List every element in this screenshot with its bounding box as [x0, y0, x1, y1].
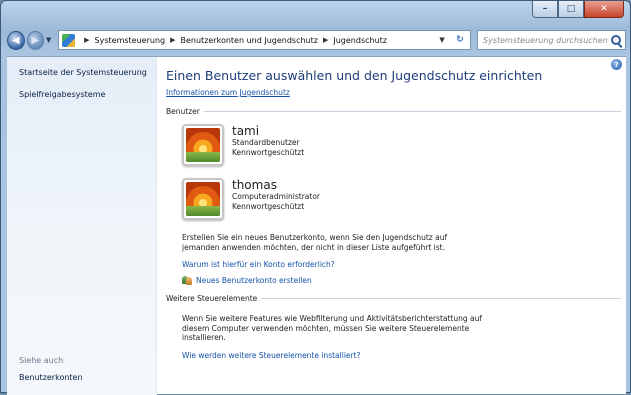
new-account-label[interactable]: Neues Benutzerkonto erstellen — [196, 276, 312, 285]
users-heading-label: Benutzer — [166, 107, 200, 116]
user-details: thomas Computeradministrator Kennwortges… — [232, 179, 320, 212]
install-controls-link[interactable]: Wie werden weitere Steuerelemente instal… — [182, 351, 361, 360]
recent-pages-dropdown[interactable]: ▼ — [46, 36, 55, 44]
sidebar-item-control-panel-home[interactable]: Startseite der Systemsteuerung — [19, 68, 147, 77]
user-tile-tami[interactable]: tami Standardbenutzer Kennwortgeschützt — [182, 124, 304, 166]
back-arrow-icon: ◀ — [11, 34, 20, 46]
refresh-button[interactable]: ↻ — [450, 31, 470, 49]
avatar[interactable] — [182, 124, 224, 166]
caption-buttons: – □ ✕ — [532, 1, 624, 18]
help-icon: ? — [614, 60, 619, 69]
address-controls: ▼ ↻ — [434, 31, 470, 49]
refresh-icon: ↻ — [456, 35, 464, 45]
sidebar-item-user-accounts[interactable]: Benutzerkonten — [19, 373, 83, 382]
close-button[interactable]: ✕ — [584, 1, 624, 18]
users-icon — [182, 275, 193, 285]
more-controls-text: Wenn Sie weitere Features wie Webfilteru… — [182, 314, 483, 342]
control-panel-icon — [62, 33, 76, 47]
forward-arrow-icon: ▶ — [31, 34, 40, 46]
user-name[interactable]: thomas — [232, 179, 320, 192]
maximize-button[interactable]: □ — [558, 1, 584, 18]
divider — [203, 111, 621, 112]
content-area: Startseite der Systemsteuerung Spielfrei… — [7, 56, 626, 395]
sidebar-item-game-rating-systems[interactable]: Spielfreigabesysteme — [19, 90, 105, 99]
breadcrumb: ▶ Systemsteuerung ▶ Benutzerkonten und J… — [79, 36, 387, 45]
breadcrumb-separator-icon[interactable]: ▶ — [170, 36, 175, 44]
search-input[interactable] — [483, 35, 612, 45]
user-role: Standardbenutzer — [232, 138, 300, 147]
new-account-link[interactable]: Neues Benutzerkonto erstellen — [182, 275, 312, 285]
address-bar[interactable]: ▶ Systemsteuerung ▶ Benutzerkonten und J… — [58, 30, 472, 50]
breadcrumb-separator-icon[interactable]: ▶ — [323, 36, 328, 44]
help-button[interactable]: ? — [611, 59, 622, 70]
parental-controls-info-link[interactable]: Informationen zum Jugendschutz — [166, 88, 290, 97]
breadcrumb-separator-icon[interactable]: ▶ — [84, 36, 89, 44]
flower-avatar-icon — [186, 128, 220, 162]
window: – □ ✕ ◀ ▶ ▼ ▶ Systemsteuerung ▶ Benutzer… — [0, 0, 631, 395]
navigation-bar: ◀ ▶ ▼ ▶ Systemsteuerung ▶ Benutzerkonten… — [7, 29, 627, 51]
breadcrumb-item[interactable]: Systemsteuerung — [95, 36, 166, 45]
more-controls-heading-label: Weitere Steuerelemente — [166, 294, 258, 303]
see-also-heading: Siehe auch — [19, 356, 64, 365]
search-box[interactable] — [477, 30, 627, 50]
back-button[interactable]: ◀ — [7, 30, 25, 50]
flower-avatar-icon — [186, 182, 220, 216]
why-account-link[interactable]: Warum ist hierfür ein Konto erforderlich… — [182, 260, 335, 269]
page-title: Einen Benutzer auswählen und den Jugends… — [166, 68, 543, 83]
avatar[interactable] — [182, 178, 224, 220]
user-password-status: Kennwortgeschützt — [232, 202, 305, 211]
user-tile-thomas[interactable]: thomas Computeradministrator Kennwortges… — [182, 178, 320, 220]
search-icon[interactable] — [611, 35, 622, 45]
forward-button[interactable]: ▶ — [26, 30, 45, 50]
minimize-button[interactable]: – — [532, 1, 558, 18]
user-details: tami Standardbenutzer Kennwortgeschützt — [232, 125, 304, 158]
user-password-status: Kennwortgeschützt — [232, 148, 305, 157]
address-dropdown-button[interactable]: ▼ — [434, 36, 450, 44]
create-account-hint: Erstellen Sie ein neues Benutzerkonto, w… — [182, 233, 448, 252]
breadcrumb-item[interactable]: Jugendschutz — [333, 36, 387, 45]
divider — [261, 298, 621, 299]
chevron-down-icon: ▼ — [46, 36, 52, 44]
more-controls-section-heading: Weitere Steuerelemente — [166, 294, 621, 303]
user-name[interactable]: tami — [232, 125, 304, 138]
users-section-heading: Benutzer — [166, 107, 621, 116]
sidebar: Startseite der Systemsteuerung Spielfrei… — [7, 57, 157, 395]
user-role: Computeradministrator — [232, 192, 321, 201]
breadcrumb-item[interactable]: Benutzerkonten und Jugendschutz — [181, 36, 318, 45]
chevron-down-icon: ▼ — [439, 36, 445, 44]
